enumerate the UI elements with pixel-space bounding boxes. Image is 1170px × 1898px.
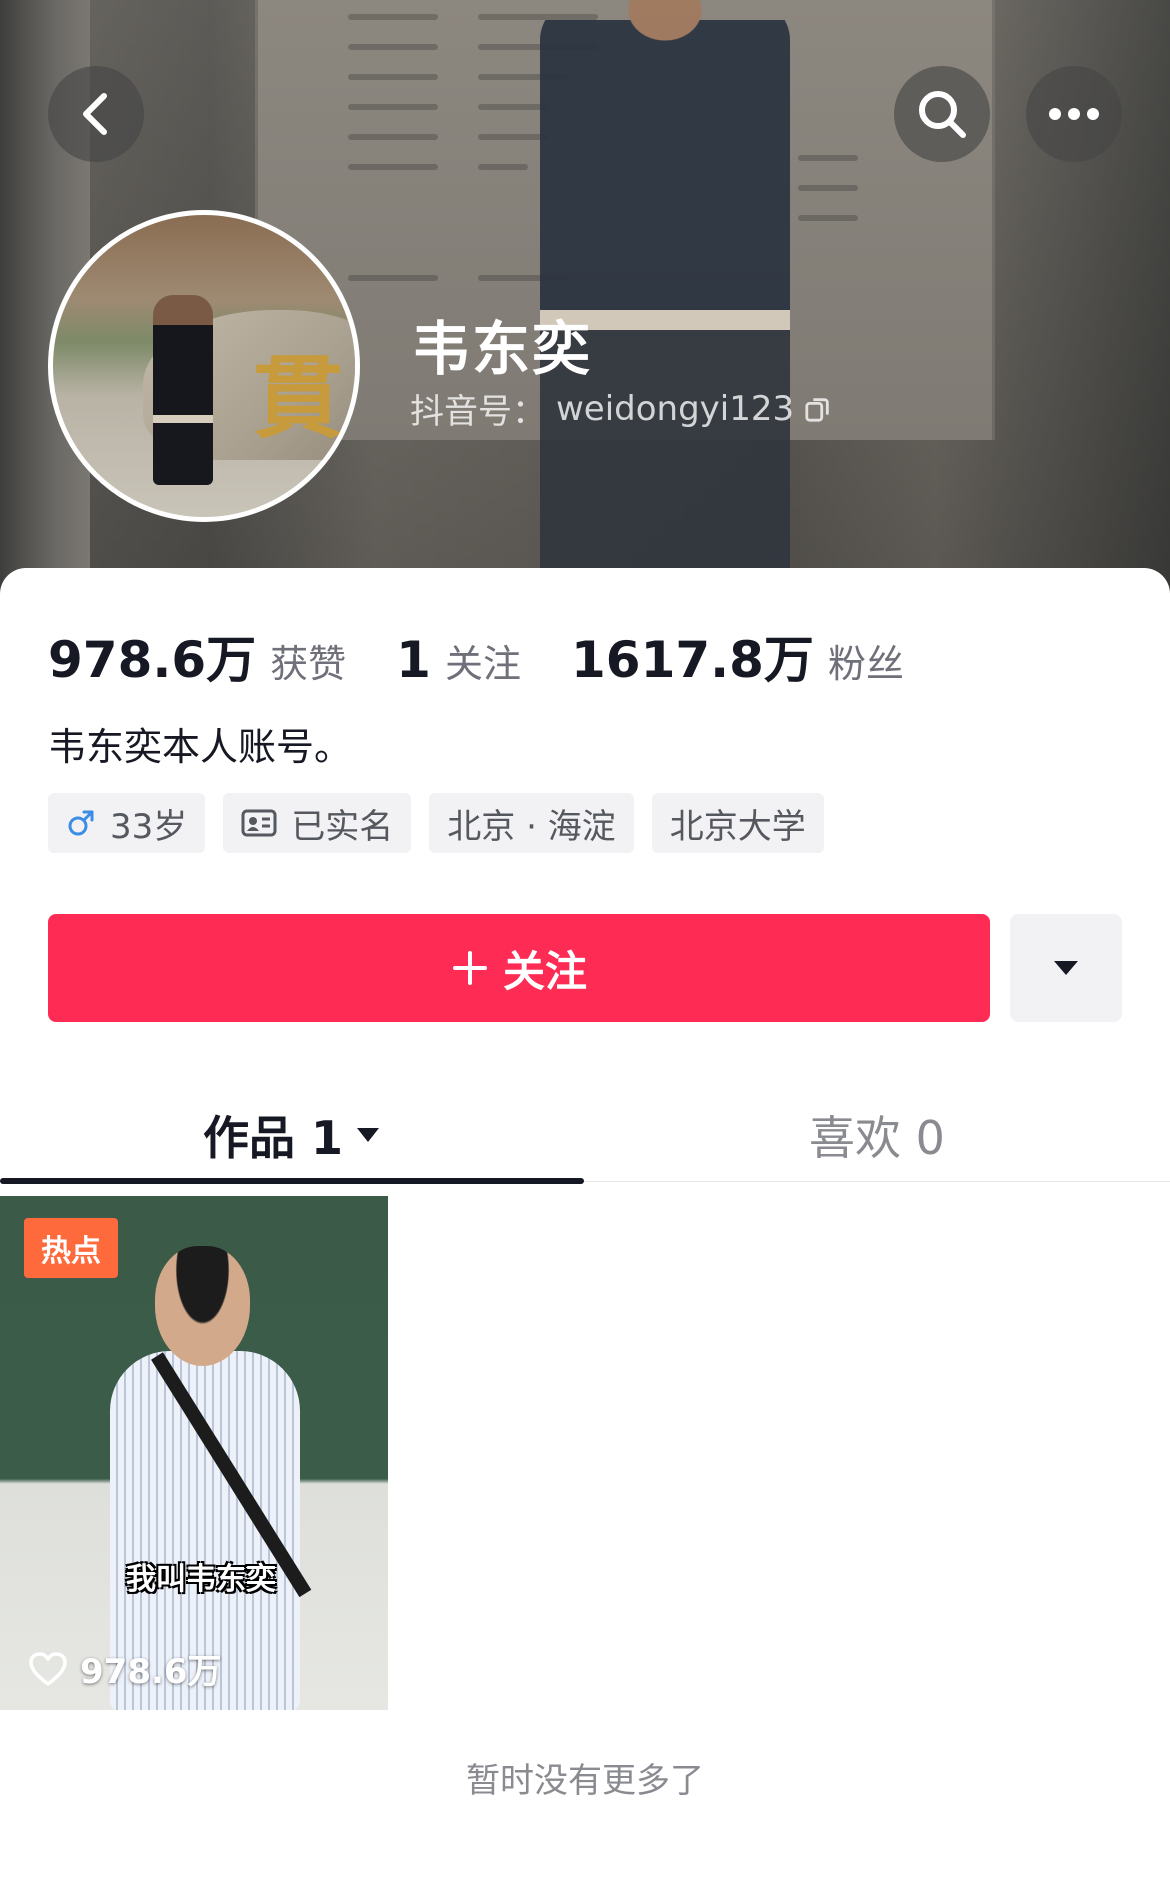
video-thumbnail[interactable]: 热点 我叫韦东奕 978.6万	[0, 1196, 388, 1710]
stat-followers-value: 1617.8万	[570, 631, 814, 689]
copy-icon[interactable]	[804, 395, 832, 423]
tab-works[interactable]: 作品 1	[0, 1088, 584, 1182]
stat-followers-label: 粉丝	[827, 642, 904, 686]
video-likes: 978.6万	[28, 1644, 222, 1693]
tag-age-text: 33岁	[110, 806, 188, 847]
heart-icon	[29, 1651, 67, 1686]
cover-person	[540, 0, 790, 600]
stat-following-label: 关注	[444, 642, 521, 686]
tag-location-text: 北京 · 海淀	[447, 806, 616, 847]
male-icon	[68, 810, 94, 836]
hot-badge: 热点	[24, 1218, 118, 1278]
profile-card: 978.6万 获赞 1 关注 1617.8万 粉丝 韦东奕本人账号。 33岁 已…	[0, 568, 1170, 1898]
douyin-id-label: 抖音号：	[410, 392, 546, 432]
search-icon	[919, 91, 966, 138]
stat-following-value: 1	[396, 631, 431, 689]
recommend-dropdown-button[interactable]	[1010, 914, 1122, 1022]
stat-followers[interactable]: 1617.8万 粉丝	[571, 620, 904, 692]
profile-stats: 978.6万 获赞 1 关注 1617.8万 粉丝	[48, 620, 954, 692]
stat-likes-label: 获赞	[270, 642, 347, 686]
tag-age: 33岁	[48, 793, 206, 853]
follow-button[interactable]: 关注	[48, 914, 990, 1022]
caret-down-icon	[357, 1128, 380, 1142]
tab-likes-label: 喜欢 0	[809, 1111, 945, 1165]
douyin-id-value: weidongyi123	[556, 388, 795, 429]
stat-following[interactable]: 1 关注	[396, 631, 521, 689]
content-tabs: 作品 1 喜欢 0	[0, 1088, 1170, 1184]
stat-likes-value: 978.6万	[48, 631, 257, 689]
tag-school-text: 北京大学	[669, 806, 806, 847]
search-button[interactable]	[894, 66, 990, 162]
tab-likes[interactable]: 喜欢 0	[584, 1088, 1170, 1182]
tab-works-label: 作品 1	[202, 1111, 344, 1165]
video-caption: 我叫韦东奕	[126, 1562, 276, 1597]
douyin-id[interactable]: 抖音号： weidongyi123	[410, 384, 832, 433]
id-card-icon	[241, 809, 277, 837]
chevron-down-icon	[1054, 961, 1078, 975]
video-likes-count: 978.6万	[80, 1652, 222, 1692]
no-more-content-note: 暂时没有更多了	[466, 1761, 704, 1801]
tab-active-indicator	[0, 1178, 584, 1184]
profile-name: 韦东奕	[412, 315, 593, 383]
back-icon	[83, 93, 107, 135]
more-button[interactable]	[1026, 66, 1122, 162]
more-icon	[1049, 108, 1099, 120]
avatar[interactable]: 貫	[48, 210, 360, 522]
profile-tags: 33岁 已实名 北京 · 海淀 北京大学	[48, 793, 824, 853]
tag-verified-text: 已实名	[291, 806, 394, 847]
stat-likes[interactable]: 978.6万 获赞	[48, 620, 346, 692]
back-button[interactable]	[48, 66, 144, 162]
follow-button-label: 关注	[502, 946, 587, 996]
tag-verified: 已实名	[223, 793, 412, 853]
tag-school[interactable]: 北京大学	[651, 793, 824, 853]
tag-location: 北京 · 海淀	[429, 793, 634, 853]
plus-icon	[452, 951, 487, 985]
profile-bio: 韦东奕本人账号。	[48, 725, 353, 769]
